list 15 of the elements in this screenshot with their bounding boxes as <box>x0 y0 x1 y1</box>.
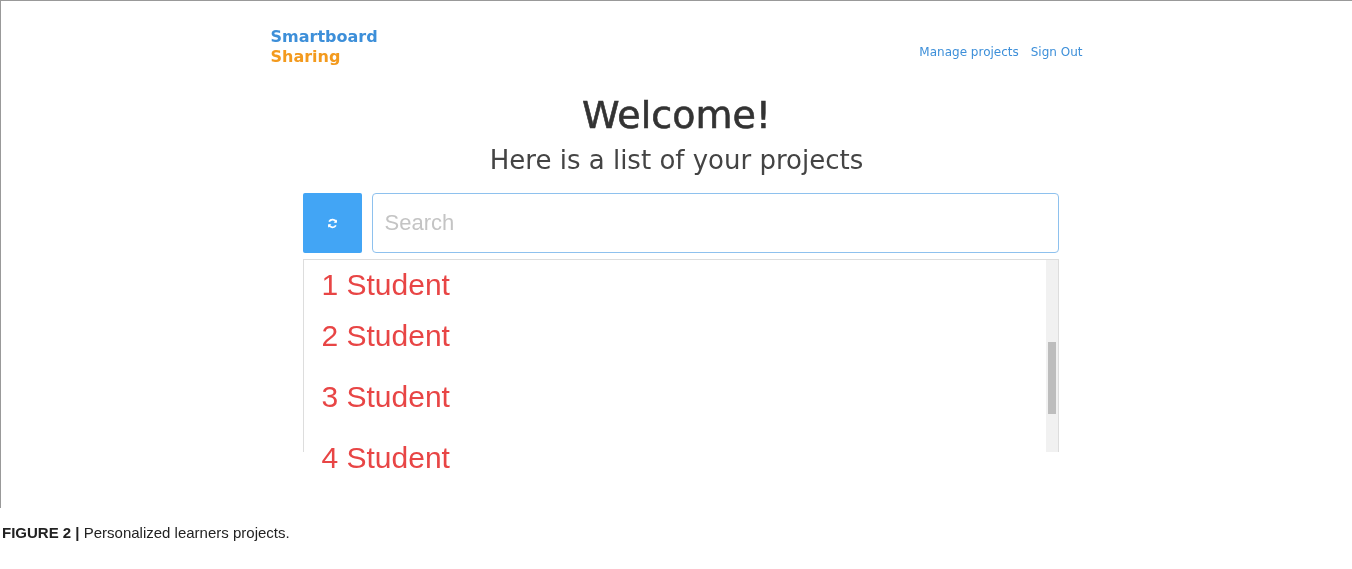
figure-caption: FIGURE 2 | Personalized learners projects. <box>1 523 291 541</box>
scrollbar[interactable] <box>1045 260 1058 452</box>
project-item[interactable]: 2 Student <box>303 319 1046 353</box>
logo-text: Smartboard <box>270 27 378 47</box>
search-field[interactable]: Search <box>371 193 1059 253</box>
project-item[interactable]: 4 Student <box>303 441 1046 475</box>
welcome-title: Welcome! <box>580 93 773 137</box>
project-item[interactable]: 3 Student <box>303 380 1046 414</box>
project-item[interactable]: 1 Student <box>303 268 1046 302</box>
nav-link[interactable]: Sign Out <box>1030 45 1083 59</box>
refresh-icon <box>326 217 338 229</box>
logo-text: Sharing <box>270 47 342 67</box>
refresh-button[interactable] <box>302 193 362 253</box>
welcome-subtitle: Here is a list of your projects <box>488 145 865 175</box>
nav-link[interactable]: Manage projects <box>919 45 1019 59</box>
